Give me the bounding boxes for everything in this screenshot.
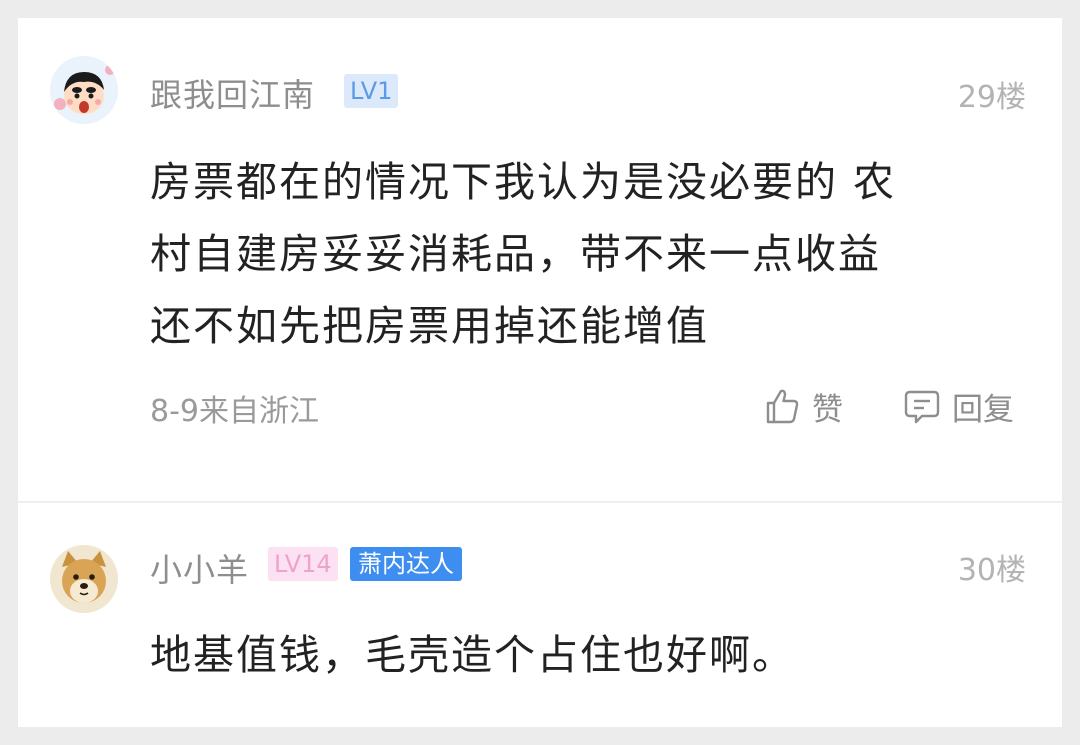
thumbs-up-icon [766,389,799,424]
like-button[interactable]: 赞 [762,384,843,428]
reply-label: 回复 [952,391,1014,428]
comment-text-line: 还不如先把房票用掉还能增值 [150,302,709,350]
username[interactable]: 小小羊 [150,545,249,591]
reply-button[interactable]: 回复 [902,384,1014,428]
avatar[interactable] [50,56,118,124]
comment-text-line: 房票都在的情况下我认为是没必要的 农 [150,158,897,206]
level-badge: LV14 [268,547,338,581]
floor-number: 30楼 [957,553,1026,588]
comment-bubble-icon [904,390,940,424]
comment-item: 小小羊 LV14 萧内达人 30楼 地基值钱，毛壳造个占住也好啊。 [18,503,1062,727]
comment-meta: 8-9来自浙江 [150,394,319,429]
comment-item: 跟我回江南 LV1 29楼 房票都在的情况下我认为是没必要的 农 村自建房妥妥消… [18,18,1062,501]
crayon-shin-chan-avatar-icon [50,56,118,124]
comment-text: 房票都在的情况下我认为是没必要的 农 村自建房妥妥消耗品，带不来一点收益 还不如… [150,146,1010,362]
comment-list: 跟我回江南 LV1 29楼 房票都在的情况下我认为是没必要的 农 村自建房妥妥消… [18,18,1062,727]
like-label: 赞 [812,391,843,428]
username[interactable]: 跟我回江南 [150,70,315,116]
level-badge: LV1 [344,74,399,108]
avatar[interactable] [50,545,118,613]
title-badge: 萧内达人 [350,547,462,581]
comment-text-line: 地基值钱，毛壳造个占住也好啊。 [150,631,795,679]
floor-number: 29楼 [957,80,1026,115]
comment-text-line: 村自建房妥妥消耗品，带不来一点收益 [150,230,881,278]
shiba-doge-avatar-icon [50,545,118,613]
comment-text: 地基值钱，毛壳造个占住也好啊。 [150,619,1010,691]
